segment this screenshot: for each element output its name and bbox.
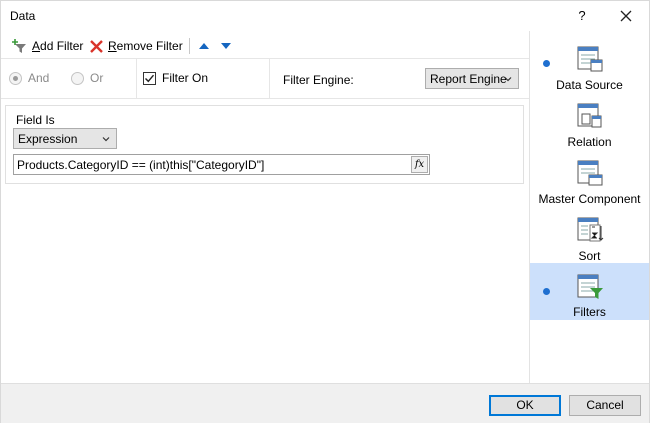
expression-input[interactable]: Products.CategoryID == (int)this["Catego… (13, 154, 430, 175)
field-type-value: Expression (18, 131, 78, 146)
move-up-button[interactable] (197, 36, 211, 56)
field-type-select[interactable]: Expression (13, 128, 117, 149)
nav-label: Sort (578, 249, 601, 263)
filter-editor-panel: Add Filter Remove Filter And Or Filter O… (1, 31, 529, 383)
and-radio-dot (9, 71, 22, 85)
filter-item-panel: Field Is Expression Products.CategoryID … (5, 105, 524, 184)
nav-item-data-source[interactable]: Data Source (530, 43, 649, 100)
title-bar: Data ? (1, 1, 649, 31)
options-divider (269, 59, 270, 99)
dialog-title: Data (10, 9, 36, 23)
toolbar-separator (189, 38, 190, 54)
nav-bullet (543, 288, 550, 295)
nav-label: Data Source (556, 78, 623, 92)
nav-bullet (543, 60, 550, 67)
or-radio[interactable]: Or (71, 71, 103, 85)
and-radio[interactable]: And (9, 71, 49, 85)
sort-icon (577, 217, 604, 242)
nav-item-relation[interactable]: Relation (530, 100, 649, 157)
filter-on-checkbox[interactable]: Filter On (143, 71, 208, 85)
master-component-icon (577, 160, 603, 186)
nav-label: Master Component (538, 192, 641, 206)
nav-item-master-component[interactable]: Master Component (530, 157, 649, 214)
expression-text: Products.CategoryID == (int)this["Catego… (17, 157, 265, 172)
add-filter-button[interactable]: Add Filter (11, 36, 83, 56)
nav-label: Filters (573, 305, 606, 319)
arrow-up-icon (199, 43, 209, 49)
remove-filter-label: Remove Filter (108, 39, 183, 53)
relation-icon (577, 103, 602, 128)
arrow-down-icon (221, 43, 231, 49)
and-label: And (28, 71, 50, 85)
data-source-icon (577, 46, 603, 72)
filter-engine-select[interactable]: Report Engine (425, 68, 519, 89)
data-dialog: Data ? Add Filter Remove Filter And Or F… (0, 0, 650, 423)
checkmark-icon (145, 74, 155, 82)
filter-engine-value: Report Engine (430, 71, 507, 86)
filter-on-box (143, 71, 156, 85)
or-radio-dot (71, 71, 84, 85)
cancel-button[interactable]: Cancel (569, 395, 641, 416)
expression-editor-button[interactable]: fx (411, 156, 428, 173)
field-is-label: Field Is (16, 113, 55, 127)
nav-label: Relation (567, 135, 612, 149)
remove-filter-button[interactable]: Remove Filter (89, 36, 183, 56)
filter-on-label: Filter On (162, 71, 209, 85)
dialog-footer: OK Cancel (1, 383, 649, 423)
add-filter-label: Add Filter (32, 39, 84, 53)
ok-button[interactable]: OK (489, 395, 561, 416)
remove-icon (90, 39, 103, 53)
help-button[interactable]: ? (571, 5, 593, 27)
options-divider (136, 59, 137, 99)
nav-item-filters[interactable]: Filters (530, 263, 649, 320)
chevron-down-icon (504, 77, 512, 82)
filters-icon (577, 274, 603, 299)
filter-engine-label: Filter Engine: (283, 73, 354, 87)
close-button[interactable] (615, 5, 637, 27)
close-icon (620, 10, 632, 22)
wizard-nav: Data Source Relation Master Component So… (529, 31, 649, 383)
or-label: Or (90, 71, 104, 85)
add-filter-icon (12, 38, 26, 53)
chevron-down-icon (102, 137, 110, 142)
filter-toolbar: Add Filter Remove Filter (1, 31, 529, 59)
fx-icon: fx (414, 159, 425, 170)
move-down-button[interactable] (219, 36, 233, 56)
